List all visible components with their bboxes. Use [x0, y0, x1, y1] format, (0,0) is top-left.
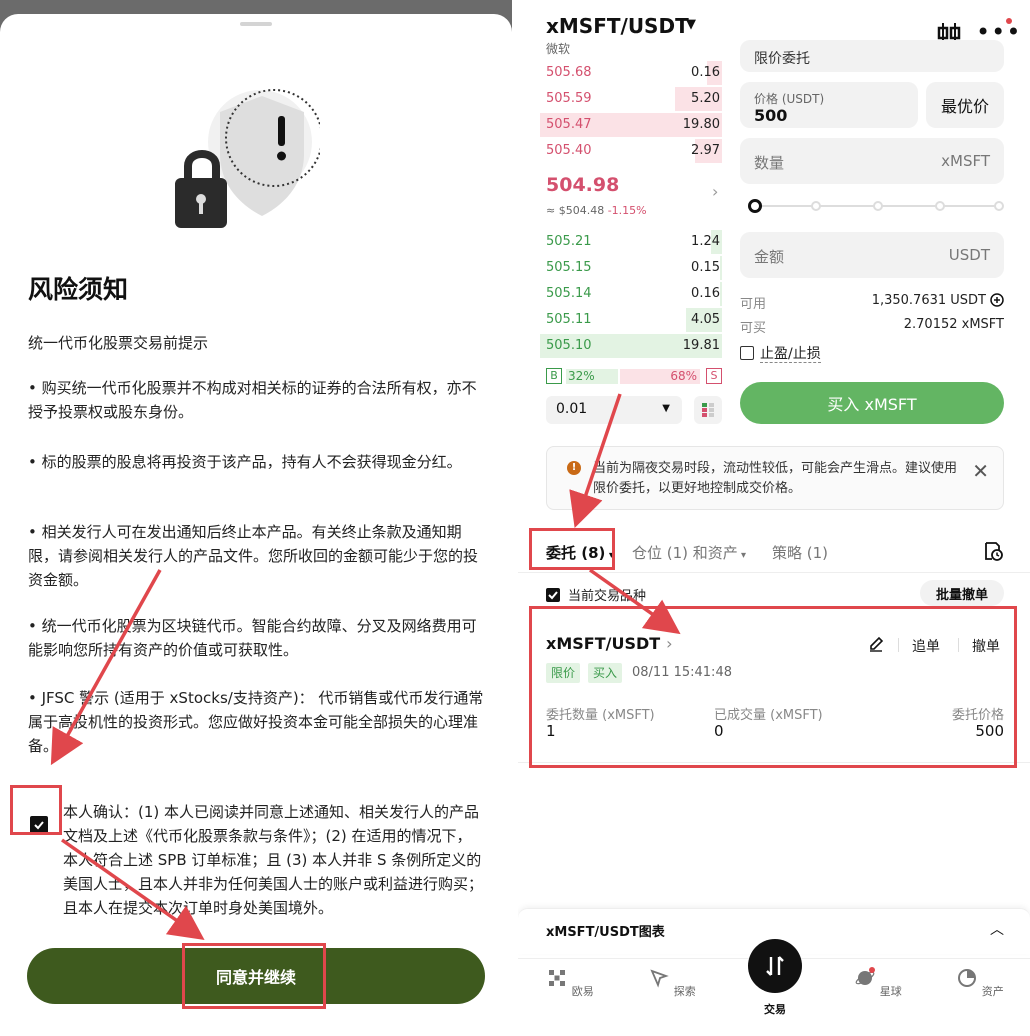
annotation-arrow [60, 838, 205, 941]
annotation-arrow [588, 568, 681, 635]
annotation-arrow [50, 569, 162, 766]
annotation-arrow [569, 393, 622, 528]
annotation-arrows [50, 393, 681, 941]
